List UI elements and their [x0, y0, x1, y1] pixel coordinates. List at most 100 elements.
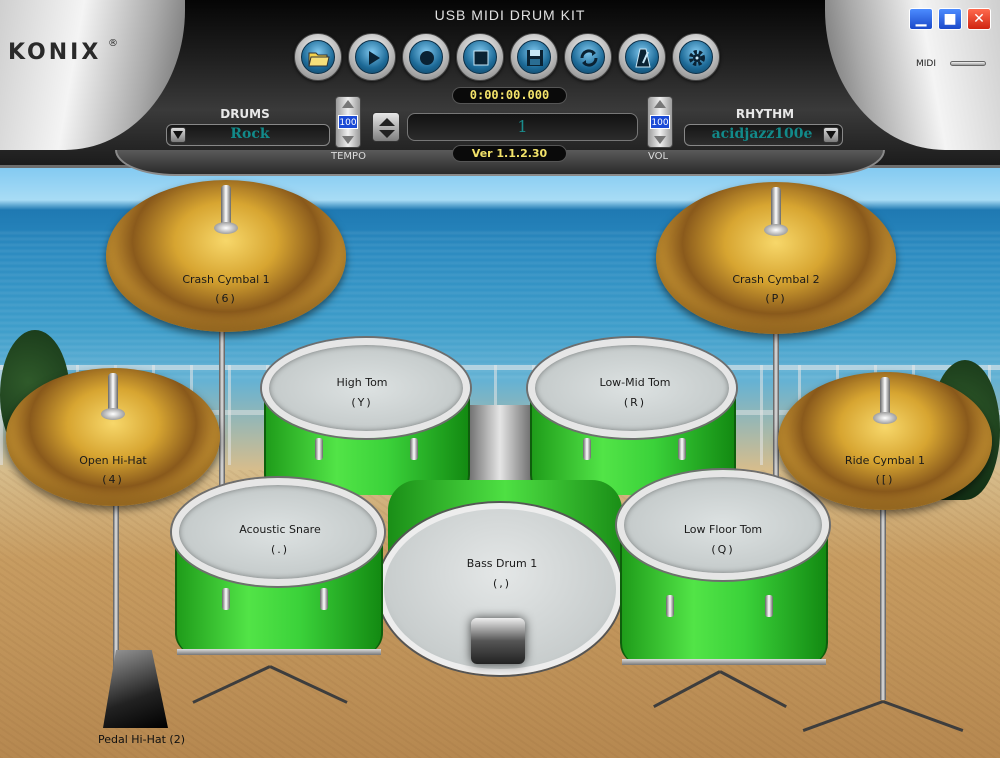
- measure-counter: 1: [407, 113, 638, 141]
- snare-label: Acoustic Snare: [239, 523, 321, 536]
- control-panel: KONIX ® USB MIDI DRUM KIT ▁ ■ ✕ MIDI 0:0…: [0, 0, 1000, 178]
- folder-icon: [308, 52, 330, 67]
- triangle-down-icon[interactable]: [342, 136, 354, 144]
- crash1-label: Crash Cymbal 1: [182, 273, 270, 286]
- crash2-key: (P): [765, 292, 787, 305]
- open-hi-hat[interactable]: Open Hi-Hat (4): [6, 368, 220, 506]
- drums-label: DRUMS: [220, 107, 270, 121]
- volume-value: 100: [650, 115, 670, 129]
- rhythm-value: acidjazz100e: [711, 126, 813, 142]
- drum-lug: [765, 595, 773, 617]
- triangle-down-icon[interactable]: [654, 136, 666, 144]
- open-button-face: [301, 40, 335, 74]
- cymbal-bolt: [221, 185, 231, 227]
- rhythm-label: RHYTHM: [735, 107, 795, 121]
- tempo-value: 100: [338, 115, 358, 129]
- crash2-label: Crash Cymbal 2: [732, 273, 820, 286]
- rhythm-select[interactable]: acidjazz100e: [684, 124, 843, 146]
- high-tom-key: (Y): [351, 396, 373, 409]
- loop-button[interactable]: [564, 33, 612, 81]
- save-button[interactable]: [510, 33, 558, 81]
- cymbal-bolt: [771, 187, 781, 229]
- cymbal-nut: [764, 224, 788, 236]
- midi-indicator: [950, 61, 986, 66]
- metronome-button[interactable]: [618, 33, 666, 81]
- version-display: Ver 1.1.2.30: [452, 145, 567, 162]
- drums-value: Rock: [230, 126, 270, 142]
- time-display: 0:00:00.000: [452, 87, 567, 104]
- app-title: USB MIDI DRUM KIT: [434, 7, 586, 23]
- play-icon: [369, 51, 380, 65]
- bass-drum-label: Bass Drum 1: [466, 557, 538, 570]
- up-down-arrows-icon: [379, 118, 395, 138]
- drum-rim: [177, 649, 381, 655]
- floor-tom-label: Low Floor Tom: [683, 523, 763, 536]
- volume-label: VOL: [648, 151, 669, 162]
- record-button-face: [409, 40, 443, 74]
- tempo-label: TEMPO: [331, 151, 366, 162]
- ride-stand: [880, 480, 886, 700]
- close-button[interactable]: ✕: [967, 8, 991, 30]
- metronome-icon: [635, 48, 651, 68]
- bass-drum-key: (,): [492, 577, 512, 590]
- save-icon: [527, 50, 543, 66]
- brand-registered-mark: ®: [108, 38, 118, 49]
- drum-lug: [583, 438, 591, 460]
- low-mid-tom-key: (R): [623, 396, 647, 409]
- triangle-up-icon[interactable]: [654, 100, 666, 108]
- settings-button[interactable]: [672, 33, 720, 81]
- ride-cymbal-1[interactable]: Ride Cymbal 1 ([): [778, 372, 992, 510]
- drum-rim: [622, 659, 826, 665]
- midi-label: MIDI: [916, 59, 937, 69]
- chevron-down-icon: [173, 131, 183, 139]
- high-tom-label: High Tom: [336, 376, 388, 389]
- drum-lug: [222, 588, 230, 610]
- record-button[interactable]: [402, 33, 450, 81]
- drum-lug: [315, 438, 323, 460]
- stop-button[interactable]: [456, 33, 504, 81]
- play-button[interactable]: [348, 33, 396, 81]
- cymbal-nut: [214, 222, 238, 234]
- ride-label: Ride Cymbal 1: [844, 454, 926, 467]
- stop-icon: [473, 50, 489, 66]
- drums-dropdown-button[interactable]: [170, 127, 186, 143]
- stop-button-face: [463, 40, 497, 74]
- hihat-label: Open Hi-Hat: [79, 454, 147, 467]
- rhythm-dropdown-button[interactable]: [823, 127, 839, 143]
- drum-lug: [678, 438, 686, 460]
- ride-key: ([): [875, 473, 895, 486]
- chevron-down-icon: [826, 131, 836, 139]
- cymbal-nut: [873, 412, 897, 424]
- drum-lug: [666, 595, 674, 617]
- crash-cymbal-2[interactable]: Crash Cymbal 2 (P): [656, 182, 896, 334]
- pedal-hi-hat-key: (2): [169, 733, 186, 746]
- low-mid-tom-label: Low-Mid Tom: [599, 376, 671, 389]
- minimize-button[interactable]: ▁: [909, 8, 933, 30]
- maximize-button[interactable]: ■: [938, 8, 962, 30]
- counter-stepper[interactable]: [372, 112, 400, 142]
- play-button-face: [355, 40, 389, 74]
- record-icon: [420, 51, 434, 65]
- pedal-hi-hat-name: Pedal Hi-Hat: [98, 733, 166, 746]
- open-button[interactable]: [294, 33, 342, 81]
- metronome-button-face: [625, 40, 659, 74]
- drums-select[interactable]: Rock: [166, 124, 330, 146]
- cymbal-nut: [101, 408, 125, 420]
- gear-icon: [689, 50, 705, 66]
- volume-stepper[interactable]: 100: [647, 96, 673, 148]
- hihat-key: (4): [102, 473, 124, 486]
- tom-mount: [462, 405, 538, 490]
- drum-lug: [320, 588, 328, 610]
- settings-button-face: [679, 40, 713, 74]
- triangle-up-icon[interactable]: [342, 100, 354, 108]
- drum-lug: [410, 438, 418, 460]
- crash1-key: (6): [215, 292, 237, 305]
- loop-icon: [580, 49, 598, 67]
- pedal-hi-hat-label: Pedal Hi-Hat (2): [98, 733, 185, 746]
- brand-logo: KONIX: [8, 40, 102, 65]
- save-button-face: [517, 40, 551, 74]
- tempo-stepper[interactable]: 100: [335, 96, 361, 148]
- crash-cymbal-1[interactable]: Crash Cymbal 1 (6): [106, 180, 346, 332]
- floor-tom-key: (Q): [711, 543, 735, 556]
- snare-key: (.): [270, 543, 290, 556]
